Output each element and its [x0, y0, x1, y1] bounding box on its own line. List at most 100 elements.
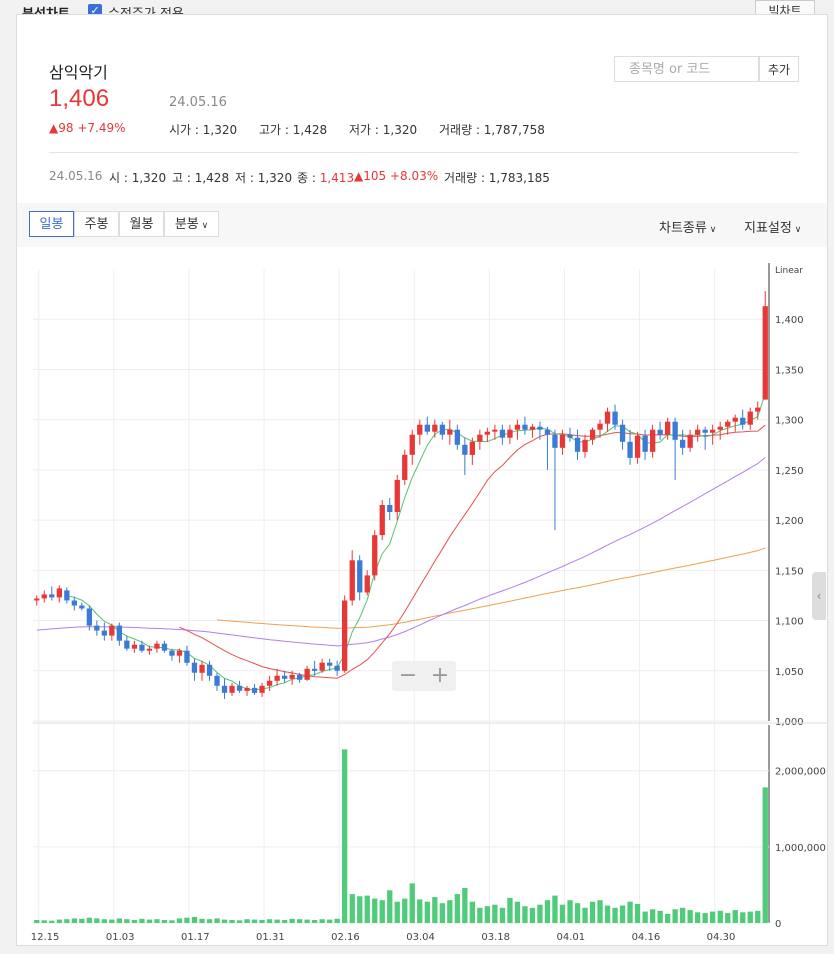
tab-daily[interactable]: 일봉	[29, 211, 74, 237]
candle-body	[49, 594, 55, 598]
candle-body	[387, 505, 393, 512]
candle-body	[477, 434, 483, 442]
candle-body	[274, 675, 280, 681]
candle-body	[282, 675, 288, 679]
volume-bar	[522, 906, 528, 923]
volume-bar	[747, 911, 753, 923]
volume-bar	[732, 910, 738, 923]
candle-body	[627, 441, 633, 458]
volume-bar	[342, 749, 348, 923]
volume-bar	[409, 883, 415, 923]
candle-body	[327, 662, 333, 666]
candle-body	[229, 685, 235, 693]
stock-search-input[interactable]: 종목명 or 코드	[614, 56, 759, 82]
volume-bar	[514, 901, 521, 923]
ohlc-change: ▲105 +8.03%	[354, 169, 438, 183]
candle-body	[349, 560, 355, 601]
candle-body	[206, 664, 213, 676]
volume-bar	[379, 900, 385, 923]
chart-type-menu[interactable]: 차트종류 ∨	[659, 217, 716, 236]
price-tick-label: 1,350	[775, 365, 804, 376]
volume-bar	[229, 920, 235, 923]
candle-body	[710, 429, 716, 433]
volume-bar	[537, 904, 543, 923]
volume-bar	[161, 920, 168, 923]
candle-body	[34, 598, 40, 601]
volume-bar	[387, 890, 393, 923]
tab-monthly[interactable]: 월봉	[119, 211, 164, 237]
volume-bar	[619, 905, 626, 923]
candle-body	[755, 407, 761, 412]
volume-bar	[680, 907, 686, 923]
candle-body	[236, 685, 243, 691]
volume-tick-label: 0	[775, 919, 781, 930]
ohlc-close: 종 : 1,413	[297, 171, 355, 185]
ohlc-date: 24.05.16	[49, 169, 103, 183]
candle-body	[297, 674, 303, 680]
candle-body	[116, 625, 122, 641]
candle-body	[740, 417, 746, 425]
tab-weekly[interactable]: 주봉	[74, 211, 119, 237]
volume-bar	[244, 919, 250, 923]
candle-body	[552, 434, 558, 448]
volume-bar	[214, 918, 220, 923]
volume-bar	[154, 919, 160, 923]
price-chart[interactable]: 1,0001,0501,1001,1501,2001,2501,3001,350…	[17, 247, 827, 945]
indicator-menu[interactable]: 지표설정 ∨	[744, 217, 801, 236]
price-tick-label: 1,200	[775, 516, 804, 527]
volume-bar	[642, 911, 648, 923]
volume-bar	[695, 912, 701, 923]
candle-body	[582, 439, 588, 452]
date-tick-label: 04.01	[556, 932, 585, 943]
volume-bar	[289, 918, 295, 923]
candle-body	[732, 417, 738, 422]
volume-bar	[304, 919, 310, 923]
volume-bar	[687, 910, 693, 923]
volume-tick-label: 1,000,000	[775, 843, 826, 854]
add-button[interactable]: 추가	[759, 56, 799, 82]
volume-bar	[612, 907, 618, 923]
ohlc-high-value: 1,428	[194, 171, 230, 185]
volume-bar	[312, 920, 318, 923]
up-triangle-icon: ▲	[49, 121, 59, 135]
low-value: 1,320	[382, 123, 418, 137]
chevron-down-icon: ∨	[198, 221, 209, 231]
open-stat: 시가 : 1,320	[169, 123, 238, 137]
volume-bar	[762, 787, 768, 923]
candle-body	[454, 429, 460, 445]
current-price: 1,406	[49, 85, 110, 112]
volume-bar	[717, 910, 723, 923]
candle-body	[507, 429, 513, 438]
candle-body	[544, 429, 551, 435]
volume-bar	[454, 894, 460, 923]
date-tick-label: 03.04	[406, 932, 435, 943]
volume-bar	[334, 918, 340, 923]
zoom-in-button[interactable]: +	[424, 662, 456, 690]
candle-body	[94, 625, 100, 631]
candle-body	[695, 429, 701, 435]
side-panel-toggle[interactable]: ‹	[812, 572, 826, 620]
candle-body	[409, 434, 415, 455]
volume-bar	[357, 896, 363, 923]
chart-panel: 삼익악기 1,406 24.05.16 ▲98 +7.49% 시가 : 1,32…	[16, 14, 828, 946]
volume-bar	[282, 920, 288, 923]
candle-body	[687, 434, 693, 448]
price-change: ▲98 +7.49%	[49, 121, 126, 135]
ohlc-low-label: 저	[235, 171, 247, 185]
date-tick-label: 12.15	[31, 932, 60, 943]
candle-body	[71, 600, 77, 606]
candle-body	[312, 668, 318, 671]
volume-bar	[507, 897, 513, 923]
candle-body	[342, 600, 348, 671]
volume-bar	[199, 918, 205, 923]
candle-body	[484, 431, 490, 435]
volume-bar	[710, 911, 716, 923]
zoom-out-button[interactable]: −	[392, 662, 424, 690]
price-tick-label: 1,400	[775, 315, 804, 326]
volume-bar	[101, 919, 107, 923]
tab-minute[interactable]: 분봉 ∨	[164, 211, 219, 237]
ohlc-close-value: 1,413	[319, 171, 355, 185]
date-tick-label: 04.16	[632, 932, 661, 943]
candle-body	[304, 668, 310, 680]
volume-bar	[139, 918, 145, 923]
